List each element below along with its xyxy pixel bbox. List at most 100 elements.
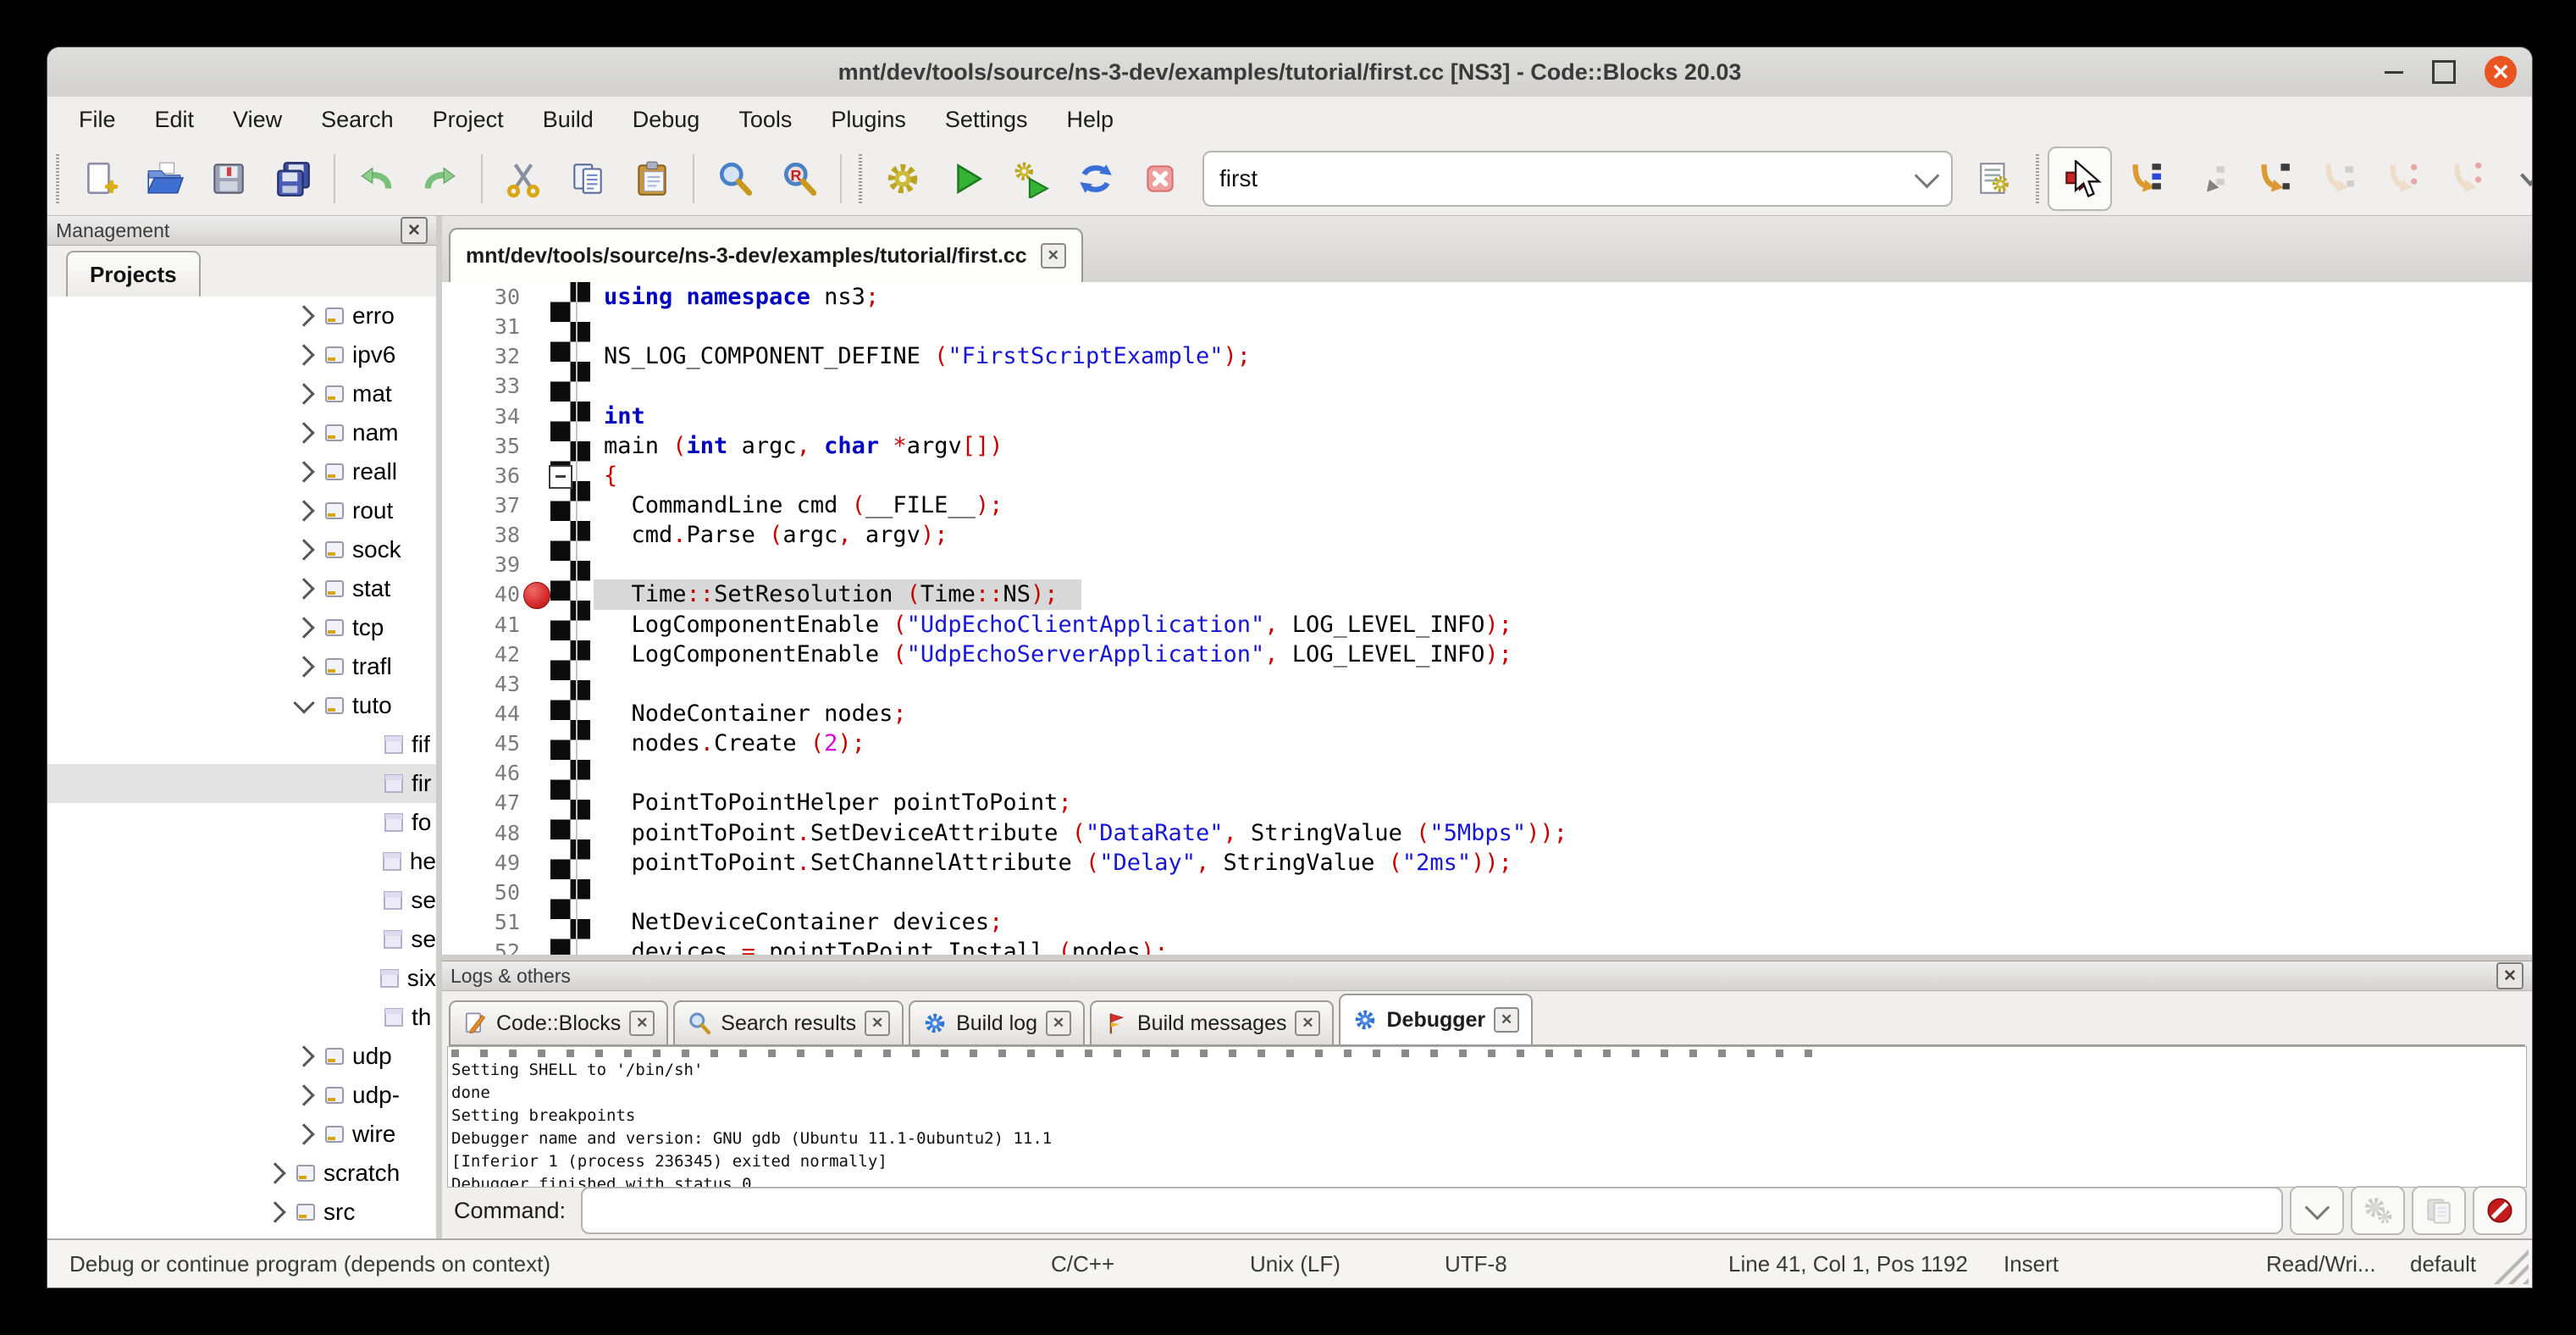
management-close-icon[interactable]: ✕ [401,217,428,244]
chevron-right-icon[interactable] [293,578,314,599]
rebuild-button[interactable] [1064,147,1128,211]
chevron-right-icon[interactable] [293,500,314,521]
step-into-instruction-button[interactable] [2434,147,2498,211]
horizontal-splitter[interactable] [442,955,2532,961]
stop-debugger-button[interactable] [2473,1186,2527,1235]
step-into-button[interactable] [2241,147,2305,211]
menu-build[interactable]: Build [523,97,613,142]
command-input[interactable] [581,1187,2283,1234]
tree-item-scratch[interactable]: scratch [47,1154,436,1193]
tree-item-fif[interactable]: fif [47,725,436,764]
tree-item-ipv6[interactable]: ipv6 [47,335,436,374]
tree-item-fir[interactable]: fir [47,764,436,803]
logs-close-icon[interactable]: ✕ [2496,962,2523,989]
maximize-icon[interactable] [2432,60,2456,84]
tree-item-nam[interactable]: nam [47,413,436,452]
vertical-splitter[interactable] [436,216,442,1240]
log-tab-debugger[interactable]: Debugger✕ [1339,994,1533,1044]
editor-tab-first-cc[interactable]: mnt/dev/tools/source/ns-3-dev/examples/t… [449,228,1083,282]
menu-settings[interactable]: Settings [926,97,1048,142]
tree-item-trafl[interactable]: trafl [47,647,436,686]
tree-item-fo[interactable]: fo [47,803,436,842]
menu-help[interactable]: Help [1047,97,1133,142]
compiler-targets-button[interactable] [1963,147,2027,211]
tree-item-wire[interactable]: wire [47,1115,436,1154]
build-and-run-button[interactable] [999,147,1064,211]
chevron-right-icon[interactable] [293,656,314,677]
menu-file[interactable]: File [59,97,135,142]
build-target-select[interactable]: first [1202,151,1953,207]
next-instruction-button[interactable] [2369,147,2434,211]
menu-plugins[interactable]: Plugins [811,97,926,142]
log-tab-search-results[interactable]: Search results✕ [673,1000,904,1044]
tree-item-src[interactable]: src [47,1193,436,1232]
toolbar-grip[interactable] [56,154,59,203]
tree-item-stat[interactable]: stat [47,569,436,608]
tree-item-six[interactable]: six [47,959,436,998]
tree-item-erro[interactable]: erro [47,296,436,335]
chevron-right-icon[interactable] [293,305,314,326]
log-tab-close-icon[interactable]: ✕ [1295,1011,1320,1036]
chevron-right-icon[interactable] [293,1045,314,1066]
titlebar[interactable]: mnt/dev/tools/source/ns-3-dev/examples/t… [47,47,2532,97]
tree-item-se[interactable]: se [47,881,436,920]
fold-collapse-icon[interactable] [549,465,572,489]
log-tab-close-icon[interactable]: ✕ [1494,1007,1519,1033]
tab-projects[interactable]: Projects [66,251,201,296]
chevron-down-icon[interactable] [293,692,314,713]
tree-item-tuto[interactable]: tuto [47,686,436,725]
toolbar-grip[interactable] [859,154,862,203]
debug-settings-button[interactable] [2351,1186,2405,1235]
tree-item-tcp[interactable]: tcp [47,608,436,647]
menu-project[interactable]: Project [413,97,523,142]
menu-view[interactable]: View [213,97,301,142]
tree-item-he[interactable]: he [47,842,436,881]
menu-edit[interactable]: Edit [135,97,214,142]
minimize-icon[interactable] [2385,71,2403,74]
cut-button[interactable] [491,147,556,211]
paste-button[interactable] [620,147,684,211]
chevron-right-icon[interactable] [293,1123,314,1144]
chevron-right-icon[interactable] [293,383,314,404]
find-button[interactable] [703,147,767,211]
abort-build-button[interactable] [1128,147,1192,211]
chevron-right-icon[interactable] [293,617,314,638]
editor-tab-close-icon[interactable]: ✕ [1041,243,1066,269]
breakpoint-marker[interactable] [523,582,550,609]
undo-button[interactable] [344,147,408,211]
menu-search[interactable]: Search [301,97,413,142]
step-out-button[interactable] [2305,147,2369,211]
chevron-right-icon[interactable] [293,539,314,560]
log-tab-build-messages[interactable]: Build messages✕ [1090,1000,1334,1044]
menu-tools[interactable]: Tools [719,97,811,142]
save-all-button[interactable] [261,147,325,211]
run-to-cursor-button[interactable] [2112,147,2176,211]
chevron-right-icon[interactable] [293,344,314,365]
debugger-log[interactable]: Setting SHELL to '/bin/sh'doneSetting br… [447,1046,2527,1188]
chevron-right-icon[interactable] [293,422,314,443]
chevron-right-icon[interactable] [293,461,314,482]
tree-item-reall[interactable]: reall [47,452,436,491]
replace-button[interactable]: R [767,147,832,211]
tree-item-udp[interactable]: udp [47,1037,436,1076]
tree-item-mat[interactable]: mat [47,374,436,413]
chevron-right-icon[interactable] [264,1201,285,1222]
log-tab-close-icon[interactable]: ✕ [1046,1011,1071,1036]
open-file-button[interactable] [132,147,196,211]
menu-debug[interactable]: Debug [613,97,720,142]
log-tab-close-icon[interactable]: ✕ [629,1011,655,1036]
build-button[interactable] [871,147,935,211]
command-history-button[interactable] [2290,1186,2344,1235]
tree-item-se[interactable]: se [47,920,436,959]
toolbar-grip[interactable] [2036,154,2039,203]
close-icon[interactable]: ✕ [2485,56,2517,88]
tree-item-th[interactable]: th [47,998,436,1037]
chevron-right-icon[interactable] [264,1162,285,1183]
run-button[interactable] [935,147,999,211]
tree-item-udp-[interactable]: udp- [47,1076,436,1115]
next-line-button[interactable] [2176,147,2241,211]
project-tree[interactable]: erroipv6matnamreallroutsockstattcptraflt… [47,296,436,1240]
log-tab-build-log[interactable]: Build log✕ [909,1000,1085,1044]
resize-grip[interactable] [2490,1245,2529,1284]
new-file-button[interactable] [68,147,132,211]
